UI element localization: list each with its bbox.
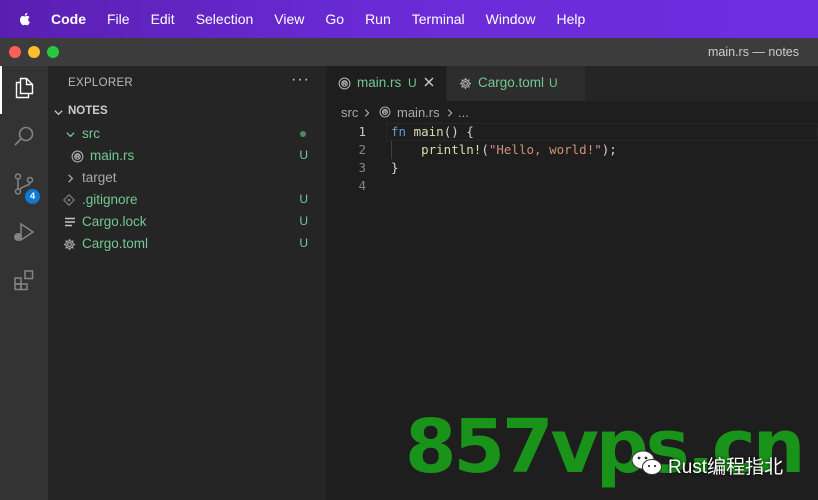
tree-item-label: .gitignore	[82, 192, 138, 207]
source-control-badge: 4	[25, 189, 40, 204]
tab-cargo-toml[interactable]: Cargo.toml U	[446, 66, 585, 101]
explorer-sidebar: EXPLORER ··· NOTES src main.rs U target	[48, 66, 326, 500]
tree-item-label: Cargo.lock	[82, 214, 147, 229]
git-status-badge: U	[299, 236, 308, 250]
git-status-badge: U	[549, 76, 558, 90]
activity-run-debug[interactable]	[0, 210, 48, 258]
menu-view[interactable]: View	[274, 11, 304, 27]
activity-search[interactable]	[0, 114, 48, 162]
chevron-down-icon	[63, 127, 77, 141]
tree-item-label: target	[82, 170, 117, 185]
workspace-name: NOTES	[68, 105, 108, 117]
tab-label: main.rs	[357, 75, 402, 90]
gear-icon	[62, 237, 76, 251]
activity-bar: 4	[0, 66, 48, 500]
code-line: }	[391, 160, 399, 175]
tree-item-label: src	[82, 126, 100, 141]
punctuation-token: );	[601, 142, 617, 157]
menu-go[interactable]: Go	[325, 11, 344, 27]
macro-token: println!	[421, 142, 482, 157]
chevron-right-icon	[63, 171, 77, 185]
modified-dot-icon	[300, 131, 306, 137]
breadcrumb-file[interactable]: main.rs	[397, 105, 440, 120]
line-number: 2	[358, 142, 366, 157]
code-line: fn main() {	[391, 124, 474, 139]
wechat-icon	[630, 448, 664, 478]
menu-window[interactable]: Window	[486, 11, 536, 27]
breadcrumb-folder[interactable]: src	[341, 105, 358, 120]
gear-icon	[459, 77, 473, 91]
sidebar-title: EXPLORER	[68, 77, 134, 89]
run-debug-icon	[12, 220, 36, 249]
tree-item-cargo-toml[interactable]: Cargo.toml U	[48, 233, 326, 255]
search-icon	[12, 124, 36, 153]
activity-extensions[interactable]	[0, 258, 48, 306]
rust-file-icon	[338, 77, 352, 91]
menu-selection[interactable]: Selection	[196, 11, 254, 27]
menu-edit[interactable]: Edit	[151, 11, 175, 27]
menu-file[interactable]: File	[107, 11, 130, 27]
punctuation-token: (	[481, 142, 489, 157]
extensions-icon	[12, 268, 36, 297]
line-number: 3	[358, 160, 366, 175]
activity-explorer[interactable]	[0, 66, 48, 114]
activity-source-control[interactable]: 4	[0, 162, 48, 210]
lines-file-icon	[63, 215, 77, 229]
menu-bar: Code File Edit Selection View Go Run Ter…	[0, 0, 818, 38]
menu-help[interactable]: Help	[556, 11, 585, 27]
tree-item-label: main.rs	[90, 148, 135, 163]
rust-file-icon	[70, 149, 84, 163]
tree-item-gitignore[interactable]: .gitignore U	[48, 189, 326, 211]
menu-terminal[interactable]: Terminal	[412, 11, 465, 27]
tree-item-src[interactable]: src	[48, 123, 326, 145]
close-icon[interactable]	[422, 75, 436, 89]
breadcrumb: src main.rs ...	[326, 101, 818, 123]
more-actions-icon[interactable]: ···	[291, 71, 310, 89]
close-window-button[interactable]	[9, 46, 21, 58]
zoom-window-button[interactable]	[47, 46, 59, 58]
function-name-token: main	[413, 124, 444, 139]
git-status-badge: U	[299, 148, 308, 162]
breadcrumb-symbols[interactable]: ...	[458, 105, 469, 120]
chevron-right-icon	[445, 106, 455, 121]
chevron-right-icon	[362, 106, 372, 121]
watermark-account: Rust编程指北	[668, 457, 784, 478]
menu-app-name[interactable]: Code	[51, 11, 86, 27]
git-status-badge: U	[408, 76, 417, 90]
tree-item-main-rs[interactable]: main.rs U	[48, 145, 326, 167]
tab-label: Cargo.toml	[478, 75, 545, 90]
line-number: 4	[358, 178, 366, 193]
punctuation-token: () {	[443, 124, 474, 139]
minimize-window-button[interactable]	[28, 46, 40, 58]
menu-run[interactable]: Run	[365, 11, 391, 27]
keyword-token: fn	[391, 124, 407, 139]
git-status-badge: U	[299, 192, 308, 206]
tab-main-rs[interactable]: main.rs U	[326, 66, 446, 101]
tree-item-target[interactable]: target	[48, 167, 326, 189]
workspace-section-header[interactable]: NOTES	[48, 101, 326, 123]
editor-tabs: main.rs U Cargo.toml U	[326, 66, 818, 101]
line-number: 1	[358, 124, 366, 139]
code-line: println!("Hello, world!");	[391, 142, 617, 157]
git-status-badge: U	[299, 214, 308, 228]
window-title-bar[interactable]	[0, 38, 818, 66]
tree-item-cargo-lock[interactable]: Cargo.lock U	[48, 211, 326, 233]
tree-item-label: Cargo.toml	[82, 236, 149, 251]
chevron-down-icon	[53, 106, 64, 121]
string-token: "Hello, world!"	[488, 142, 602, 157]
window-title: main.rs — notes	[707, 45, 799, 59]
apple-icon[interactable]	[17, 11, 33, 27]
rust-file-icon	[379, 106, 391, 121]
git-file-icon	[62, 193, 76, 207]
explorer-icon	[12, 76, 36, 105]
